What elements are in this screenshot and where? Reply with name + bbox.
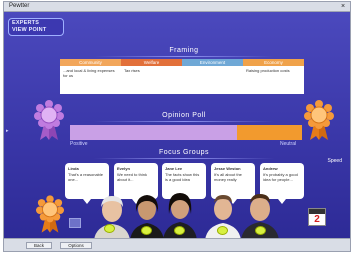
back-button[interactable]: Back xyxy=(26,242,52,249)
speech-text: We need to think about it... xyxy=(117,172,147,182)
side-arrow-icon[interactable]: ▸ xyxy=(6,128,9,134)
speech-text: The facts show this is a good idea xyxy=(165,172,200,182)
logo-line1: EXPERTS xyxy=(12,20,40,26)
speaker-name: Linda xyxy=(68,166,79,171)
framing-header: Welfare xyxy=(121,59,182,66)
app-window: Pewtter × EXPERTS VIEW POINT Framing Com… xyxy=(3,1,351,252)
logo-line2: VIEW POINT xyxy=(12,27,47,33)
speaker-name: Evelyn xyxy=(117,166,130,171)
grid-icon[interactable] xyxy=(69,218,81,228)
speech-text: It's probably a good idea for people... xyxy=(263,172,298,182)
opinion-bar xyxy=(70,125,302,140)
focus-person-1[interactable] xyxy=(92,192,132,240)
speaker-name: Jane Lee xyxy=(165,166,183,171)
person-badge xyxy=(174,226,185,235)
framing-header: Community xyxy=(60,59,121,66)
person-badge xyxy=(255,226,266,235)
opinion-neutral-fill xyxy=(237,125,302,140)
person-badge xyxy=(104,224,115,233)
app-logo: EXPERTS VIEW POINT xyxy=(8,18,64,36)
status-bar: Back Options xyxy=(4,238,350,251)
calendar-icon[interactable]: 2 xyxy=(308,208,326,226)
focus-groups-title: Focus Groups xyxy=(159,149,209,156)
person-badge xyxy=(141,226,152,235)
framing-col-welfare[interactable]: Welfare Tax rises xyxy=(121,59,182,94)
main-panel: EXPERTS VIEW POINT Framing Community ...… xyxy=(4,12,350,240)
framing-text: Raising production costs xyxy=(246,68,290,73)
opinion-title: Opinion Poll xyxy=(162,112,206,119)
framing-text: ...and local & living expenses for us xyxy=(63,68,115,78)
speech-text: It's all about the money really xyxy=(214,172,242,182)
person-badge xyxy=(217,226,228,235)
opinion-left-label: Positive xyxy=(70,141,88,147)
focus-groups-divider xyxy=(94,158,274,159)
framing-divider xyxy=(94,56,274,57)
calendar-number: 2 xyxy=(314,214,320,225)
speed-label[interactable]: Speed xyxy=(328,158,342,164)
framing-col-environment[interactable]: Environment xyxy=(182,59,243,94)
opinion-right-label: Neutral xyxy=(280,141,297,147)
speaker-name: Andrew xyxy=(263,166,278,171)
framing-col-economy[interactable]: Economy Raising production costs xyxy=(243,59,304,94)
speech-text: That's a reasonable one... xyxy=(68,172,104,182)
rosette-purple-icon xyxy=(34,100,64,140)
close-icon[interactable]: × xyxy=(339,3,347,10)
framing-title: Framing xyxy=(169,47,199,54)
framing-col-community[interactable]: Community ...and local & living expenses… xyxy=(60,59,121,94)
title-bar: Pewtter × xyxy=(4,2,350,12)
speaker-name: Jesse Weston xyxy=(214,166,241,171)
framing-header: Environment xyxy=(182,59,243,66)
window-title: Pewtter xyxy=(9,3,30,9)
framing-header: Economy xyxy=(243,59,304,66)
framing-text: Tax rises xyxy=(124,68,140,73)
opinion-divider xyxy=(94,121,274,122)
options-button[interactable]: Options xyxy=(60,242,92,249)
rosette-orange-icon xyxy=(36,195,64,233)
framing-panel: Community ...and local & living expenses… xyxy=(60,59,304,94)
rosette-orange-icon xyxy=(304,100,334,140)
